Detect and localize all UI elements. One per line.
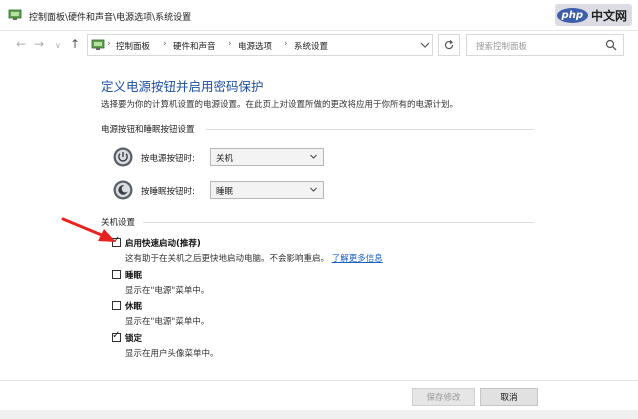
power-button-value: 关机 (216, 154, 234, 164)
power-button-select[interactable]: 关机 (210, 148, 324, 166)
breadcrumb-hardware-sound[interactable]: 硬件和声音 (173, 40, 216, 52)
sleep-button-icon (113, 180, 133, 200)
power-button-icon (113, 147, 133, 167)
breadcrumb-system-settings[interactable]: 系统设置 (294, 40, 328, 52)
refresh-button[interactable] (438, 34, 460, 56)
up-button[interactable]: ↑ (70, 38, 80, 50)
power-buttons-section-title: 电源按钮和睡眠按钮设置 (101, 125, 195, 135)
sleep-button-label: 按睡眠按钮时: (141, 187, 195, 197)
forward-button[interactable]: → (34, 38, 44, 50)
navigation-bar: ← → ∨ ↑ › 控制面板 › 硬件和声音 › 电源选项 › 系统设置 搜索控… (0, 30, 638, 60)
watermark-logo: php (556, 7, 588, 23)
footer: 保存修改 取消 (0, 380, 638, 411)
fast-startup-desc-text: 这有助于在关机之后更快地启动电脑。不会影响重启。 (125, 254, 330, 264)
watermark-text: 中文网 (590, 8, 627, 23)
control-panel-icon (8, 9, 22, 20)
breadcrumb-control-panel[interactable]: 控制面板 (116, 40, 150, 52)
breadcrumb-separator: › (107, 39, 111, 49)
window-bottom-edge (0, 410, 638, 419)
save-changes-button[interactable]: 保存修改 (412, 388, 475, 406)
learn-more-link[interactable]: 了解更多信息 (332, 254, 383, 264)
fast-startup-label[interactable]: 启用快速启动(推荐) (125, 237, 201, 249)
sleep-button-value: 睡眠 (216, 187, 234, 197)
section-divider (143, 222, 534, 223)
lock-label[interactable]: 锁定 (125, 332, 142, 344)
hibernate-description: 显示在"电源"菜单中。 (125, 317, 210, 327)
back-button[interactable]: ← (16, 38, 26, 50)
section-divider (206, 129, 534, 130)
sleep-checkbox[interactable] (112, 270, 121, 279)
recent-locations-button[interactable]: ∨ (55, 40, 61, 52)
address-dropdown-button[interactable] (418, 38, 432, 55)
sleep-label[interactable]: 睡眠 (125, 269, 142, 281)
control-panel-icon (91, 39, 105, 50)
chevron-down-icon (310, 187, 317, 192)
power-button-label: 按电源按钮时: (141, 154, 195, 164)
title-bar: 控制面板\硬件和声音\电源选项\系统设置 php 中文网 (0, 0, 638, 31)
breadcrumb-separator: › (284, 39, 288, 49)
breadcrumb-power-options[interactable]: 电源选项 (238, 40, 272, 52)
cancel-button[interactable]: 取消 (480, 388, 538, 406)
search-placeholder: 搜索控制面板 (476, 42, 528, 52)
page-title: 定义电源按钮并启用密码保护 (101, 79, 264, 94)
hibernate-label[interactable]: 休眠 (125, 300, 142, 312)
search-icon[interactable] (605, 39, 617, 51)
sleep-button-select[interactable]: 睡眠 (210, 181, 324, 199)
red-annotation-arrow (61, 217, 116, 242)
lock-description: 显示在用户头像菜单中。 (125, 349, 219, 359)
refresh-icon (444, 40, 454, 50)
hibernate-checkbox[interactable] (112, 301, 121, 310)
lock-checkbox[interactable]: ✓ (112, 330, 121, 342)
search-box[interactable]: 搜索控制面板 (466, 34, 624, 56)
breadcrumb-separator: › (228, 39, 232, 49)
chevron-down-icon (420, 42, 430, 48)
address-bar[interactable]: › 控制面板 › 硬件和声音 › 电源选项 › 系统设置 (87, 34, 433, 56)
fast-startup-description: 这有助于在关机之后更快地启动电脑。不会影响重启。 了解更多信息 (125, 252, 383, 264)
page-description: 选择要为你的计算机设置的电源设置。在此页上对设置所做的更改将应用于你所有的电源计… (101, 100, 459, 110)
sleep-description: 显示在"电源"菜单中。 (125, 286, 210, 296)
checkmark-icon: ✓ (112, 330, 121, 341)
breadcrumb-separator: › (163, 39, 167, 49)
window-title: 控制面板\硬件和声音\电源选项\系统设置 (29, 13, 192, 23)
chevron-down-icon (310, 154, 317, 159)
watermark: php 中文网 (554, 4, 632, 26)
